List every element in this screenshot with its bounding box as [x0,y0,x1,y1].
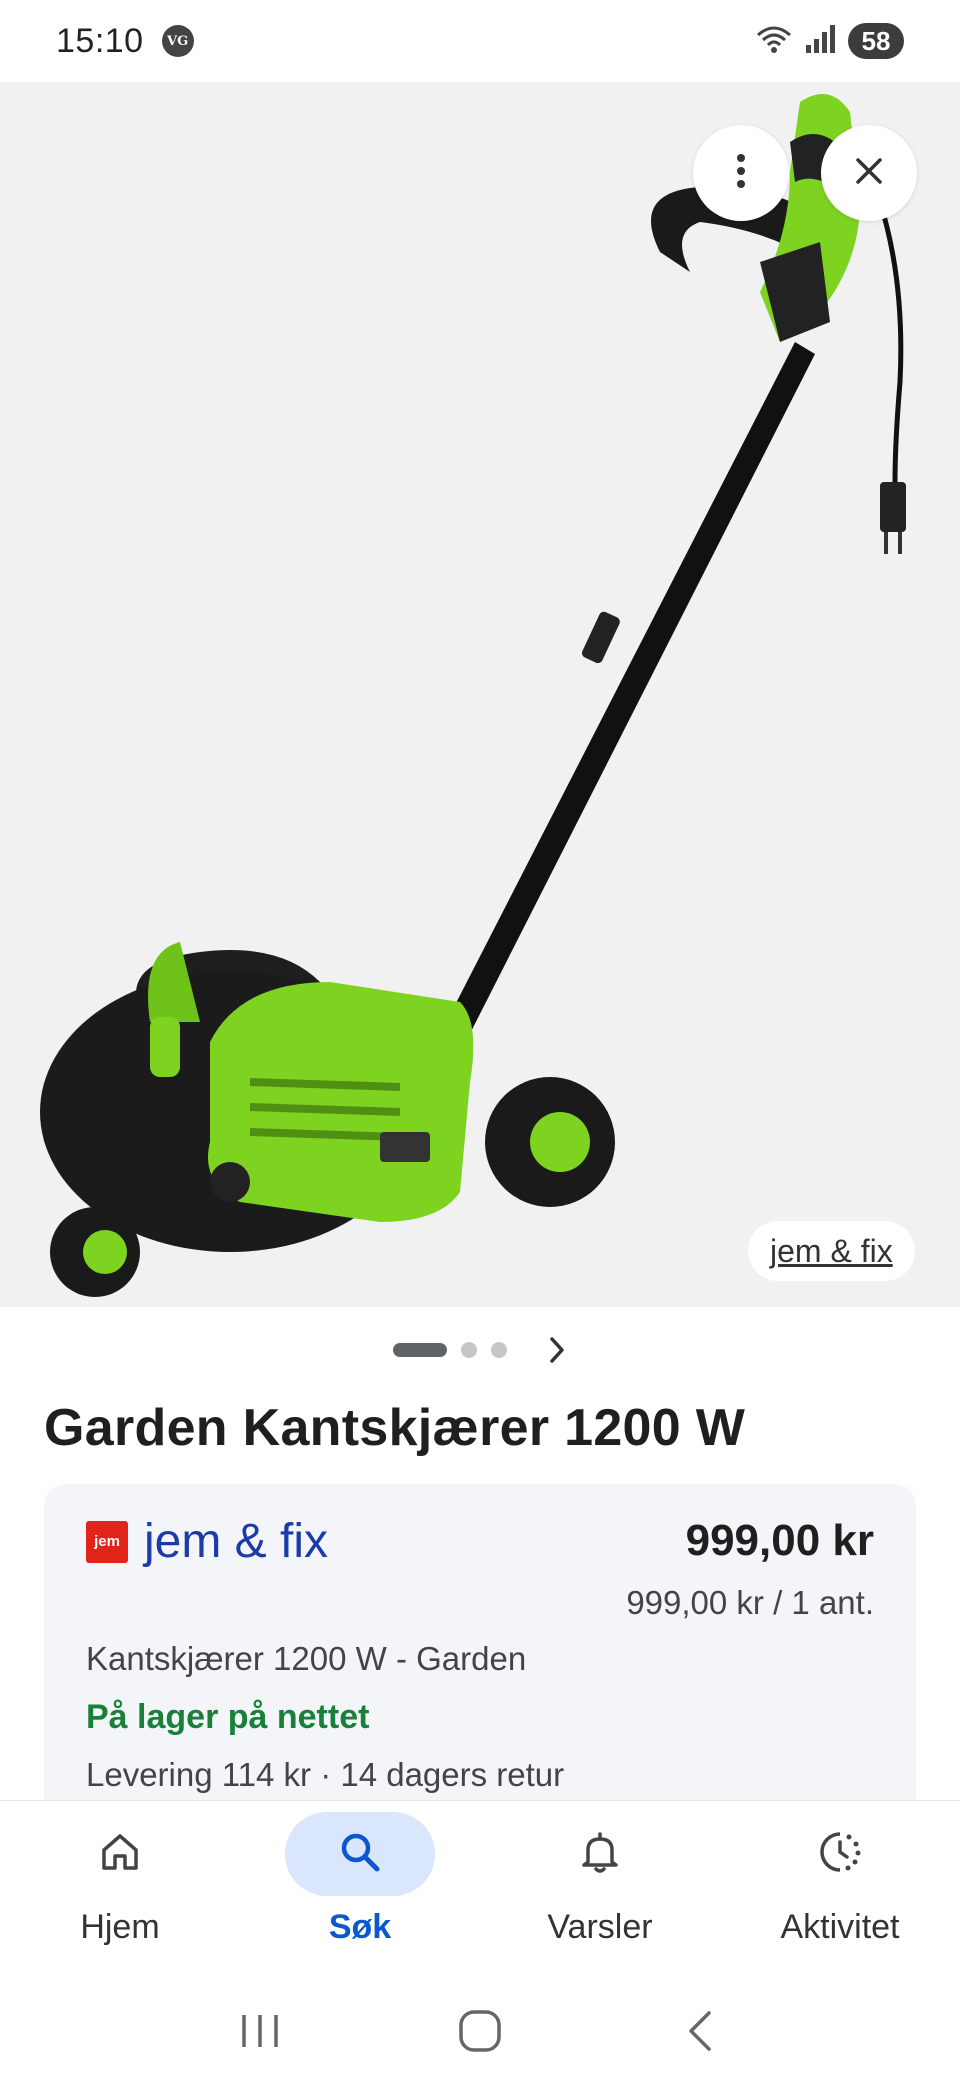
status-time: 15:10 [56,21,144,60]
home-icon [96,1828,144,1881]
system-navigation-bar [0,1986,960,2080]
more-options-button[interactable] [693,125,789,221]
price: 999,00 kr [685,1516,874,1565]
carousel-dot[interactable] [461,1342,477,1358]
offer-description: Kantskjærer 1200 W - Garden [86,1640,527,1677]
nav-item-home[interactable]: Hjem [0,1801,240,1986]
battery-indicator: 58 [848,23,904,59]
back-button[interactable] [655,2003,745,2063]
carousel-dot-active[interactable] [393,1343,447,1357]
carousel-dots [393,1342,507,1358]
bell-icon [576,1828,624,1881]
system-home-button[interactable] [435,2003,525,2063]
nav-label-activity: Aktivitet [780,1908,900,1946]
lawn-edger-illustration [40,94,906,1297]
close-icon [853,155,885,192]
app-notification-icon: VG [161,25,194,57]
nav-icon-container [45,1812,195,1896]
status-left: 15:10 VG [56,22,194,61]
merchant-logo: jem [86,1520,128,1563]
unit-price: 999,00 kr / 1 ant. [626,1584,874,1621]
product-viewer-page: 15:10 VG 58 jem & fix Garden Kantskjærer… [0,0,960,2080]
signal-icon [804,23,838,60]
more-vert-icon [735,153,747,194]
chevron-right-icon[interactable] [547,1335,567,1365]
merchant-name[interactable]: jem & fix [144,1514,328,1569]
back-icon [685,2009,715,2058]
merchant-row[interactable]: jem jem & fix [86,1514,328,1569]
nav-label-search: Søk [328,1908,392,1946]
nav-item-notifications[interactable]: Varsler [480,1801,720,1986]
nav-icon-container [525,1812,675,1896]
recents-icon [238,2011,282,2056]
close-button[interactable] [821,125,917,221]
home-circle-icon [457,2008,503,2059]
offer-card[interactable]: jem jem & fix 999,00 kr 999,00 kr / 1 an… [44,1484,916,1844]
delivery-info: Levering 114 kr · 14 dagers retur [86,1756,565,1793]
product-title: Garden Kantskjærer 1200 W [44,1399,746,1457]
nav-label-notifications: Varsler [547,1908,653,1946]
search-icon [336,1828,384,1881]
nav-item-activity[interactable]: Aktivitet [720,1801,960,1986]
bottom-navigation: Hjem Søk Varsler Aktivitet [0,1800,960,1986]
status-right: 58 [754,23,904,60]
image-carousel-indicator [0,1328,960,1372]
nav-label-home: Hjem [80,1908,160,1946]
carousel-dot[interactable] [491,1342,507,1358]
nav-icon-container [285,1812,435,1896]
wifi-icon [754,23,794,60]
activity-icon [816,1828,864,1881]
status-bar: 15:10 VG 58 [0,0,960,82]
product-image[interactable]: jem & fix [0,82,960,1307]
stock-status: På lager på nettet [86,1698,370,1736]
image-source-link[interactable]: jem & fix [748,1221,915,1281]
recents-button[interactable] [215,2003,305,2063]
nav-item-search[interactable]: Søk [240,1801,480,1986]
nav-icon-container [765,1812,915,1896]
